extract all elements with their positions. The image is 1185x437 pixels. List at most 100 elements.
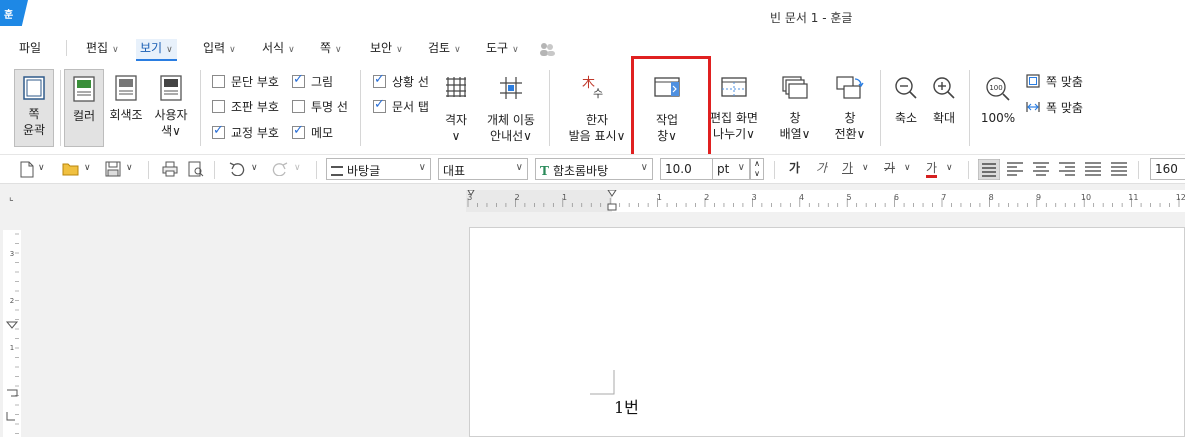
zoom-out-button[interactable]: 축소 xyxy=(891,76,921,136)
toolbar-divider xyxy=(214,161,215,179)
document-page[interactable] xyxy=(469,227,1185,437)
chevron-down-icon[interactable]: ∨ xyxy=(84,163,91,185)
chevron-down-icon[interactable]: ∨ xyxy=(251,163,258,185)
arrange-windows-button[interactable]: 창 배열∨ xyxy=(775,76,815,146)
menu-format[interactable]: 서식 ∨ xyxy=(262,39,295,61)
memo-checkbox[interactable]: 메모 xyxy=(292,123,333,143)
checkbox-box xyxy=(212,100,225,113)
strikethrough-button[interactable]: 가 xyxy=(884,159,895,181)
hanja-pronunciation-button[interactable]: 木 수 한자 발음 표시∨ xyxy=(566,76,628,146)
document-text[interactable]: 1번 xyxy=(614,394,639,418)
distribute-icon[interactable] xyxy=(1084,161,1102,177)
people-icon[interactable] xyxy=(538,41,556,57)
menu-view[interactable]: 보기 ∨ xyxy=(136,39,177,61)
control-code-checkbox[interactable]: 조판 부호 xyxy=(212,99,279,117)
style-dropdown[interactable]: 바탕글 ∨ xyxy=(326,158,431,180)
title-bar: 훈 빈 문서 1 - 훈글 xyxy=(0,0,1185,34)
horizontal-ruler[interactable]: 3 2 1 1 2 3 4 5 6 7 8 9 10 11 12 xyxy=(466,190,1185,212)
new-document-icon[interactable] xyxy=(20,161,34,178)
highlight-box xyxy=(631,56,711,166)
ruler-number: 12 xyxy=(1176,193,1185,202)
picture-label: 그림 xyxy=(311,75,334,89)
font-size-stepper[interactable]: ∧ ∨ xyxy=(750,158,764,180)
chevron-down-icon[interactable]: ∨ xyxy=(754,169,760,178)
split-view-label-1: 편집 화면 xyxy=(710,111,758,125)
redo-icon[interactable] xyxy=(272,162,288,176)
open-folder-icon[interactable] xyxy=(62,162,80,176)
align-right-icon[interactable] xyxy=(1058,161,1076,177)
chevron-down-icon[interactable]: ∨ xyxy=(904,163,911,185)
fit-page-icon xyxy=(1026,74,1040,88)
zoom-in-button[interactable]: 확대 xyxy=(929,76,959,136)
toolbar-divider xyxy=(968,161,969,179)
menu-divider xyxy=(66,40,67,56)
paragraph-mark-label: 문단 부호 xyxy=(231,75,279,89)
font-dropdown[interactable]: T 함초롬바탕 ∨ xyxy=(535,158,653,180)
paragraph-mark-checkbox[interactable]: 문단 부호 xyxy=(212,74,279,92)
align-justify-icon[interactable] xyxy=(978,159,1000,180)
undo-icon[interactable] xyxy=(229,162,245,176)
split-view-button[interactable]: 편집 화면 나누기∨ xyxy=(706,76,762,146)
menu-tools[interactable]: 도구 ∨ xyxy=(486,39,519,61)
transparent-line-checkbox[interactable]: 투명 선 xyxy=(292,99,348,117)
menu-security[interactable]: 보안 ∨ xyxy=(370,39,403,61)
chevron-up-icon[interactable]: ∧ xyxy=(754,159,760,168)
split-view-icon xyxy=(721,77,747,97)
color-button[interactable]: 컬러 xyxy=(64,69,104,147)
menu-edit[interactable]: 편집 ∨ xyxy=(86,39,119,61)
chevron-down-icon[interactable]: ∨ xyxy=(862,163,869,185)
font-size-input[interactable]: 10.0 xyxy=(660,158,712,180)
font-color-button[interactable]: 가 xyxy=(926,159,938,178)
ribbon-divider xyxy=(969,70,970,146)
status-line-checkbox[interactable]: 상황 선 xyxy=(373,72,429,92)
split-align-icon[interactable] xyxy=(1110,161,1128,177)
chevron-down-icon: ∨ xyxy=(166,45,173,55)
italic-button[interactable]: 가 xyxy=(816,159,827,181)
proofreading-mark-checkbox[interactable]: 교정 부호 xyxy=(212,123,279,143)
language-dropdown[interactable]: 대표 ∨ xyxy=(438,158,528,180)
font-type-icon: T xyxy=(540,164,549,178)
switch-window-button[interactable]: 창 전환∨ xyxy=(830,76,870,146)
save-icon[interactable] xyxy=(105,161,121,177)
align-center-icon[interactable] xyxy=(1032,161,1050,177)
zoom-100-button[interactable]: 100 100% xyxy=(980,76,1016,136)
bold-button[interactable]: 가 xyxy=(789,159,800,181)
menu-page[interactable]: 쪽 ∨ xyxy=(320,39,342,61)
print-icon[interactable] xyxy=(162,161,178,177)
chevron-down-icon: ∨ xyxy=(454,45,461,55)
custom-color-button[interactable]: 사용자 색∨ xyxy=(150,69,192,147)
menu-security-label: 보안 xyxy=(370,41,393,55)
chevron-down-icon: ∨ xyxy=(288,45,295,55)
proofreading-mark-label: 교정 부호 xyxy=(231,126,279,140)
document-tab-checkbox[interactable]: 문서 탭 xyxy=(373,97,429,117)
grayscale-button[interactable]: 회색조 xyxy=(107,69,145,147)
menu-view-label: 보기 xyxy=(140,41,163,55)
picture-checkbox[interactable]: 그림 xyxy=(292,72,334,92)
page-outline-label-1: 쪽 xyxy=(28,107,40,121)
window-title: 빈 문서 1 - 훈글 xyxy=(770,11,853,25)
chevron-down-icon[interactable]: ∨ xyxy=(294,163,301,185)
align-left-icon[interactable] xyxy=(1006,161,1024,177)
switch-window-icon xyxy=(836,76,864,99)
hangul-glyph: 수 xyxy=(593,87,604,100)
menu-review-label: 검토 xyxy=(428,41,451,55)
menu-review[interactable]: 검토 ∨ xyxy=(428,39,461,61)
chevron-down-icon[interactable]: ∨ xyxy=(126,163,133,185)
app-logo[interactable]: 훈 xyxy=(0,0,28,26)
underline-button[interactable]: 가 xyxy=(842,159,853,181)
zoom-percent-input[interactable]: 160 xyxy=(1150,158,1185,180)
ruler-corner-icon[interactable]: ⌞ xyxy=(9,192,14,203)
grid-icon xyxy=(446,77,466,97)
font-unit-dropdown[interactable]: pt ∨ xyxy=(712,158,750,180)
fit-width-button[interactable]: 폭 맞춤 xyxy=(1026,100,1083,118)
vertical-ruler[interactable]: 3 2 1 xyxy=(3,230,21,437)
fit-page-button[interactable]: 쪽 맞춤 xyxy=(1026,74,1083,92)
chevron-down-icon[interactable]: ∨ xyxy=(946,163,953,185)
chevron-down-icon[interactable]: ∨ xyxy=(38,163,45,185)
print-preview-icon[interactable] xyxy=(188,161,204,177)
object-move-guide-button[interactable]: 개체 이동 안내선∨ xyxy=(482,76,540,146)
page-outline-button[interactable]: 쪽 윤곽 xyxy=(14,69,54,147)
menu-file[interactable]: 파일 xyxy=(19,39,41,61)
menu-insert[interactable]: 입력 ∨ xyxy=(203,39,236,61)
grid-button[interactable]: 격자 ∨ xyxy=(440,76,472,146)
